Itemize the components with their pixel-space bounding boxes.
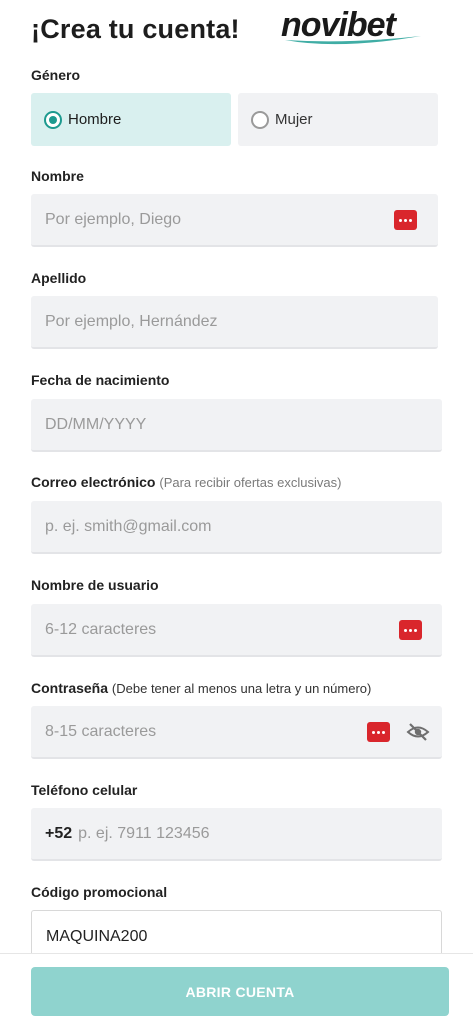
- radio-unchecked-icon: [251, 110, 269, 129]
- first-name-label: Nombre: [31, 168, 84, 184]
- gender-option-label: Mujer: [275, 111, 313, 128]
- email-label-text: Correo electrónico: [31, 474, 156, 490]
- password-field[interactable]: 8-15 caracteres: [31, 706, 442, 759]
- email-label: Correo electrónico (Para recibir ofertas…: [31, 474, 341, 490]
- open-account-button[interactable]: ABRIR CUENTA: [31, 967, 449, 1016]
- password-manager-icon[interactable]: [399, 620, 422, 640]
- gender-option-female[interactable]: Mujer: [238, 93, 438, 146]
- gender-option-male[interactable]: Hombre: [31, 93, 231, 146]
- password-placeholder: 8-15 caracteres: [45, 722, 157, 740]
- birth-date-label: Fecha de nacimiento: [31, 372, 170, 388]
- sticky-footer: ABRIR CUENTA: [0, 953, 473, 1024]
- username-label: Nombre de usuario: [31, 577, 159, 593]
- last-name-field[interactable]: Por ejemplo, Hernández: [31, 296, 438, 349]
- password-hint: (Debe tener al menos una letra y un núme…: [111, 681, 372, 696]
- phone-placeholder: p. ej. 7911 123456: [78, 824, 210, 842]
- promo-code-value: MAQUINA200: [46, 927, 148, 945]
- email-hint: (Para recibir ofertas exclusivas): [159, 475, 342, 490]
- birth-date-placeholder: DD/MM/YYYY: [45, 415, 147, 433]
- gender-label: Género: [31, 67, 81, 83]
- email-field[interactable]: p. ej. smith@gmail.com: [31, 501, 442, 554]
- svg-text:novibet: novibet: [281, 6, 398, 44]
- password-label: Contraseña (Debe tener al menos una letr…: [31, 680, 371, 696]
- phone-label: Teléfono celular: [31, 782, 138, 798]
- first-name-placeholder: Por ejemplo, Diego: [45, 210, 182, 228]
- last-name-placeholder: Por ejemplo, Hernández: [45, 312, 218, 330]
- novibet-logo: novibet: [281, 6, 421, 45]
- birth-date-field[interactable]: DD/MM/YYYY: [31, 399, 442, 452]
- username-placeholder: 6-12 caracteres: [45, 620, 157, 638]
- username-field[interactable]: 6-12 caracteres: [31, 604, 442, 657]
- email-placeholder: p. ej. smith@gmail.com: [45, 517, 212, 535]
- eye-slash-icon[interactable]: [406, 722, 430, 742]
- promo-code-label: Código promocional: [31, 884, 168, 900]
- password-label-text: Contraseña: [31, 680, 109, 696]
- last-name-label: Apellido: [31, 270, 87, 286]
- phone-country-code[interactable]: +52: [45, 825, 72, 843]
- password-manager-icon[interactable]: [394, 210, 417, 230]
- first-name-field[interactable]: Por ejemplo, Diego: [31, 194, 438, 247]
- phone-field[interactable]: +52 p. ej. 7911 123456: [31, 808, 442, 861]
- radio-checked-icon: [44, 110, 62, 129]
- page-header: ¡Crea tu cuenta! novibet: [0, 0, 473, 62]
- page-title: ¡Crea tu cuenta!: [31, 14, 240, 44]
- gender-option-label: Hombre: [68, 111, 122, 128]
- password-manager-icon[interactable]: [367, 722, 390, 742]
